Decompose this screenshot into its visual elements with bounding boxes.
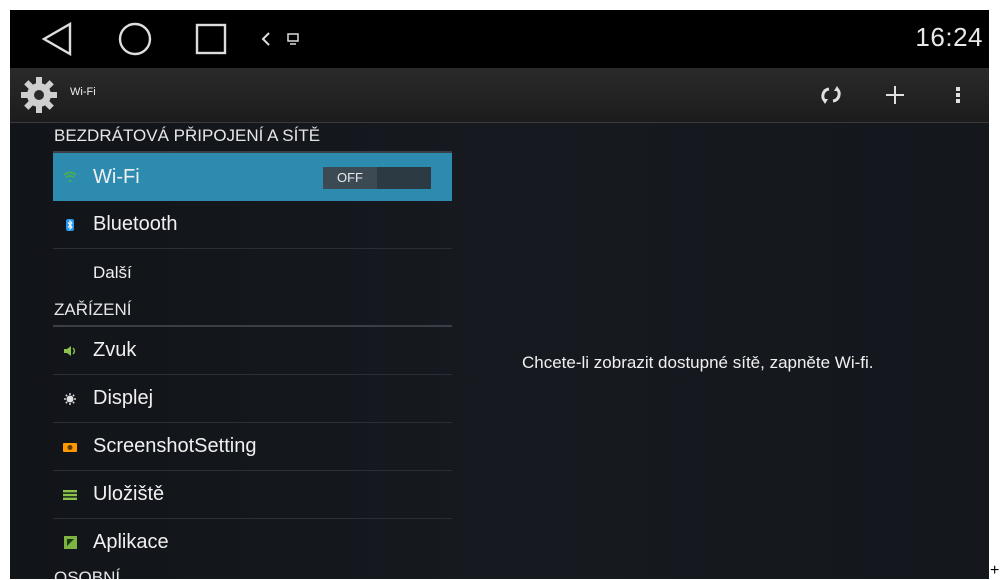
section-header-personal: OSOBNÍ: [54, 568, 121, 579]
recents-icon[interactable]: [186, 10, 236, 68]
add-icon[interactable]: [880, 80, 910, 110]
sidebar-item-screenshot-setting[interactable]: ScreenshotSetting: [53, 423, 452, 471]
status-bar: 16:24: [10, 10, 989, 68]
wifi-off-message: Chcete-li zobrazit dostupné sítě, zapnět…: [522, 353, 874, 372]
sidebar-item-label: Bluetooth: [93, 213, 178, 235]
screen-cast-icon[interactable]: [282, 10, 304, 68]
section-header-device: ZAŘÍZENÍ: [53, 297, 452, 327]
section-header-wireless: BEZDRÁTOVÁ PŘIPOJENÍ A SÍTĚ: [53, 123, 452, 153]
outside-plus-mark: +: [990, 562, 1000, 579]
action-bar: Wi-Fi: [10, 68, 989, 123]
status-clock: 16:24: [915, 22, 983, 52]
sidebar-item-label: Uložiště: [93, 483, 165, 505]
android-screen: 16:24 Wi-Fi BEZDRÁTOVÁ PŘIPOJENÍ A SÍTĚ …: [10, 10, 989, 579]
camera-icon: [63, 440, 77, 454]
settings-content: BEZDRÁTOVÁ PŘIPOJENÍ A SÍTĚ Wi-Fi OFF Bl…: [10, 123, 989, 579]
settings-gear-icon[interactable]: [20, 76, 58, 114]
sidebar-item-more[interactable]: Další: [53, 249, 452, 297]
sidebar-item-storage[interactable]: Uložiště: [53, 471, 452, 519]
wifi-icon: [63, 170, 77, 184]
sidebar-item-label: Displej: [93, 387, 154, 409]
overflow-menu-icon[interactable]: [943, 80, 973, 110]
sidebar-item-display[interactable]: Displej: [53, 375, 452, 423]
sidebar-item-label: Další: [93, 263, 132, 282]
sidebar-item-bluetooth[interactable]: Bluetooth: [53, 201, 452, 249]
wifi-toggle-state: OFF: [323, 167, 377, 189]
storage-icon: [63, 488, 77, 502]
chevron-left-icon[interactable]: [254, 10, 278, 68]
sidebar-item-apps[interactable]: Aplikace: [53, 519, 452, 565]
action-bar-title: Wi-Fi: [70, 86, 96, 98]
sidebar-item-sound[interactable]: Zvuk: [53, 327, 452, 375]
apps-icon: [63, 535, 77, 549]
wps-icon[interactable]: [816, 80, 846, 110]
sidebar-item-label: ScreenshotSetting: [93, 435, 257, 457]
sidebar-item-wifi[interactable]: Wi-Fi OFF: [53, 153, 452, 201]
bluetooth-icon: [63, 218, 77, 232]
speaker-icon: [63, 344, 77, 358]
home-icon[interactable]: [110, 10, 160, 68]
back-icon[interactable]: [32, 10, 82, 68]
sidebar-item-label: Zvuk: [93, 339, 137, 361]
wifi-toggle[interactable]: OFF: [323, 167, 431, 189]
settings-sidebar: BEZDRÁTOVÁ PŘIPOJENÍ A SÍTĚ Wi-Fi OFF Bl…: [53, 123, 452, 579]
sidebar-item-label: Wi-Fi: [93, 165, 140, 188]
brightness-icon: [63, 392, 77, 406]
sidebar-item-label: Aplikace: [93, 530, 169, 553]
